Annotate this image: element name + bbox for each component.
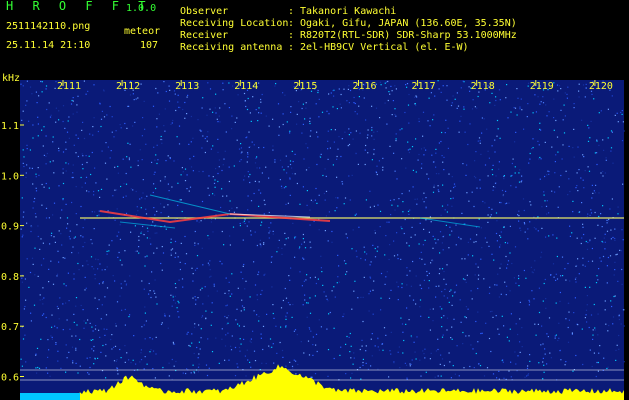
spectrogram-overlay: 2111 2112 2113 2114 2115 2116 2117 2118 2119 2120… xyxy=(1,80,625,400)
time-tick-label: 2114 xyxy=(234,81,258,92)
freq-tick-label: 0.8 xyxy=(1,272,19,283)
time-tick-label: 2120 xyxy=(589,81,613,92)
freq-tick-label: 0.7 xyxy=(1,322,19,333)
noise-speckles xyxy=(20,80,625,381)
time-tick-label: 2116 xyxy=(352,81,376,92)
power-trace-low xyxy=(20,393,80,400)
freq-tick-label: 1.0 xyxy=(1,171,19,182)
time-tick-label: 2112 xyxy=(116,81,140,92)
freq-tick-label: 0.9 xyxy=(1,222,19,233)
time-tick-label: 2118 xyxy=(471,81,495,92)
time-tick-label: 2111 xyxy=(57,81,81,92)
time-tick-label: 2113 xyxy=(175,81,199,92)
meteor-trail xyxy=(419,217,481,228)
time-tick-label: 2119 xyxy=(530,81,554,92)
freq-tick-label: 0.6 xyxy=(1,373,19,384)
meteor-trail xyxy=(119,221,176,229)
freq-tick-label: 1.1 xyxy=(1,121,19,132)
time-tick-label: 2115 xyxy=(293,81,317,92)
meteor-trail xyxy=(149,194,231,215)
time-tick-label: 2117 xyxy=(412,81,436,92)
